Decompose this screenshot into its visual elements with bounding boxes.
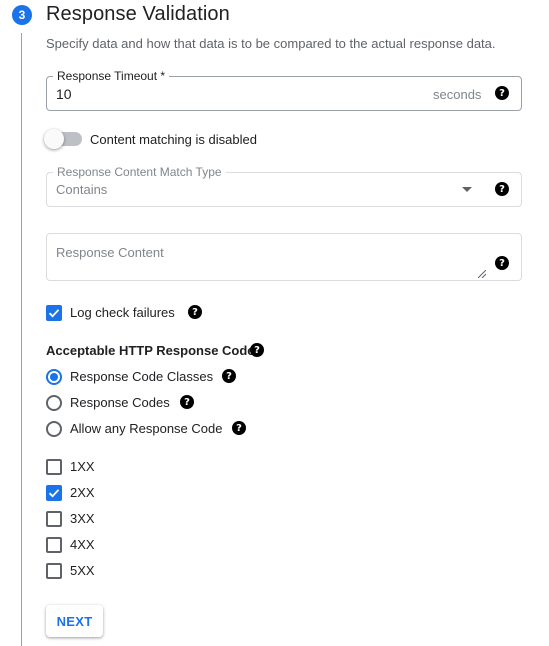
- help-icon[interactable]: ?: [250, 343, 264, 357]
- checkbox-1xx[interactable]: [46, 459, 62, 475]
- checkbox-2xx[interactable]: [46, 485, 62, 501]
- response-content-placeholder: Response Content: [56, 245, 164, 260]
- log-failures-checkbox[interactable]: [46, 305, 62, 321]
- help-icon[interactable]: ?: [232, 421, 246, 435]
- radio-allow-any-response-code[interactable]: [46, 421, 62, 437]
- help-icon[interactable]: ?: [222, 369, 236, 383]
- help-icon[interactable]: ?: [180, 395, 194, 409]
- step-connector-line: [21, 33, 22, 646]
- match-type-value: Contains: [56, 182, 108, 197]
- help-icon[interactable]: ?: [188, 305, 202, 319]
- checkbox-5xx[interactable]: [46, 563, 62, 579]
- checkbox-label: 1XX: [70, 459, 95, 474]
- log-failures-label: Log check failures: [70, 305, 175, 320]
- match-type-select[interactable]: Response Content Match Type Contains ?: [46, 165, 522, 207]
- help-icon[interactable]: ?: [495, 256, 509, 270]
- checkbox-label: 2XX: [70, 485, 95, 500]
- checkbox-label: 4XX: [70, 537, 95, 552]
- radio-label: Response Code Classes: [70, 369, 214, 384]
- response-content-textarea[interactable]: Response Content ?: [46, 233, 522, 281]
- response-timeout-label: Response Timeout *: [53, 69, 170, 83]
- checkbox-3xx[interactable]: [46, 511, 62, 527]
- section-title: Response Validation: [46, 3, 230, 25]
- response-timeout-value[interactable]: 10: [56, 86, 72, 102]
- help-icon[interactable]: ?: [495, 182, 509, 196]
- toggle-thumb[interactable]: [44, 129, 64, 149]
- radio-label: Allow any Response Code: [70, 421, 223, 436]
- step-number-badge: 3: [12, 5, 32, 25]
- checkmark-icon: [48, 489, 60, 498]
- help-icon[interactable]: ?: [495, 86, 509, 100]
- checkmark-icon: [48, 309, 60, 318]
- match-type-label: Response Content Match Type: [53, 165, 226, 179]
- radio-response-code-classes[interactable]: [46, 369, 62, 385]
- response-timeout-suffix: seconds: [433, 87, 482, 102]
- next-button[interactable]: NEXT: [46, 605, 103, 637]
- dropdown-arrow-icon[interactable]: [462, 187, 472, 192]
- resize-handle-icon[interactable]: [478, 270, 486, 278]
- response-timeout-field[interactable]: Response Timeout * 10 seconds ?: [46, 69, 522, 111]
- section-subtitle: Specify data and how that data is to be …: [46, 36, 496, 51]
- http-code-heading: Acceptable HTTP Response Code: [46, 343, 255, 358]
- checkbox-4xx[interactable]: [46, 537, 62, 553]
- radio-label: Response Codes: [70, 395, 170, 410]
- checkbox-label: 3XX: [70, 511, 95, 526]
- radio-response-codes[interactable]: [46, 395, 62, 411]
- checkbox-label: 5XX: [70, 563, 95, 578]
- content-matching-label: Content matching is disabled: [90, 132, 257, 147]
